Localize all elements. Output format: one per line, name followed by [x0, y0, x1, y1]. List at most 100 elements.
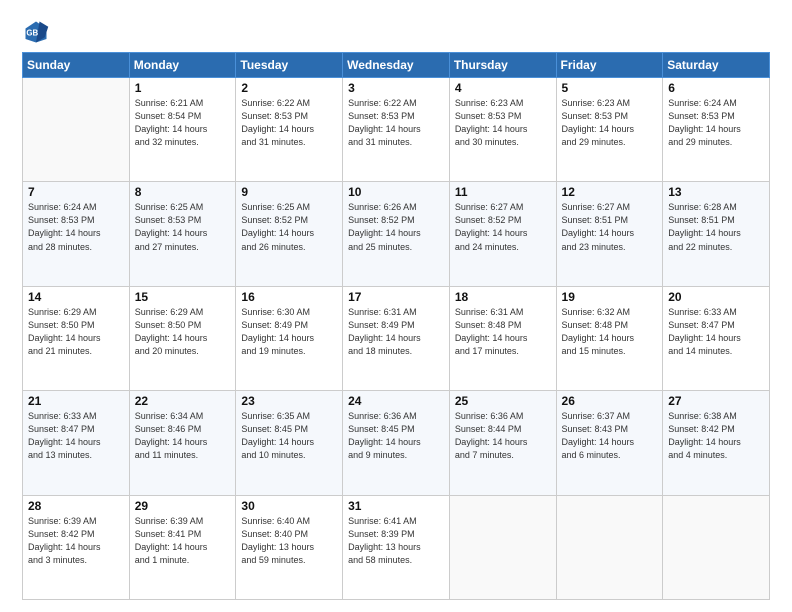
day-info: Sunrise: 6:33 AM Sunset: 8:47 PM Dayligh…	[668, 306, 764, 358]
day-number: 22	[135, 394, 231, 408]
day-info: Sunrise: 6:32 AM Sunset: 8:48 PM Dayligh…	[562, 306, 658, 358]
day-number: 27	[668, 394, 764, 408]
day-number: 6	[668, 81, 764, 95]
calendar-cell: 1Sunrise: 6:21 AM Sunset: 8:54 PM Daylig…	[129, 78, 236, 182]
svg-text:GB: GB	[26, 29, 38, 38]
day-number: 3	[348, 81, 444, 95]
day-number: 12	[562, 185, 658, 199]
calendar-week-row: 28 Sunrise: 6:39 AM Sunset: 8:42 PM Dayli…	[23, 495, 770, 599]
day-info: Sunrise: 6:31 AM Sunset: 8:48 PM Dayligh…	[455, 306, 551, 358]
calendar-cell: 8 Sunrise: 6:25 AM Sunset: 8:53 PM Daylig…	[129, 182, 236, 286]
day-info: Sunrise: 6:27 AM Sunset: 8:52 PM Dayligh…	[455, 201, 551, 253]
day-number: 5	[562, 81, 658, 95]
header: GB	[22, 18, 770, 46]
day-info: Sunrise: 6:23 AM Sunset: 8:53 PM Dayligh…	[455, 97, 551, 149]
calendar-week-row: 7 Sunrise: 6:24 AM Sunset: 8:53 PM Daylig…	[23, 182, 770, 286]
day-number: 18	[455, 290, 551, 304]
day-info: Sunrise: 6:30 AM Sunset: 8:49 PM Dayligh…	[241, 306, 337, 358]
calendar-cell: 14 Sunrise: 6:29 AM Sunset: 8:50 PM Dayli…	[23, 286, 130, 390]
day-info: Sunrise: 6:25 AM Sunset: 8:52 PM Dayligh…	[241, 201, 337, 253]
calendar-weekday-thursday: Thursday	[449, 53, 556, 78]
day-number: 2	[241, 81, 337, 95]
day-info: Sunrise: 6:35 AM Sunset: 8:45 PM Dayligh…	[241, 410, 337, 462]
day-info: Sunrise: 6:39 AM Sunset: 8:42 PM Dayligh…	[28, 515, 124, 567]
calendar-cell: 21Sunrise: 6:33 AM Sunset: 8:47 PM Dayli…	[23, 391, 130, 495]
day-number: 8	[135, 185, 231, 199]
calendar-cell	[556, 495, 663, 599]
day-info: Sunrise: 6:23 AM Sunset: 8:53 PM Dayligh…	[562, 97, 658, 149]
day-number: 1	[135, 81, 231, 95]
calendar-weekday-friday: Friday	[556, 53, 663, 78]
calendar-weekday-tuesday: Tuesday	[236, 53, 343, 78]
day-number: 31	[348, 499, 444, 513]
day-number: 7	[28, 185, 124, 199]
logo-icon: GB	[22, 18, 50, 46]
day-number: 29	[135, 499, 231, 513]
calendar-body: 1Sunrise: 6:21 AM Sunset: 8:54 PM Daylig…	[23, 78, 770, 600]
calendar-cell: 17 Sunrise: 6:31 AM Sunset: 8:49 PM Dayli…	[343, 286, 450, 390]
day-info: Sunrise: 6:31 AM Sunset: 8:49 PM Dayligh…	[348, 306, 444, 358]
day-info: Sunrise: 6:39 AM Sunset: 8:41 PM Dayligh…	[135, 515, 231, 567]
calendar-cell: 20 Sunrise: 6:33 AM Sunset: 8:47 PM Dayli…	[663, 286, 770, 390]
day-info: Sunrise: 6:38 AM Sunset: 8:42 PM Dayligh…	[668, 410, 764, 462]
day-info: Sunrise: 6:37 AM Sunset: 8:43 PM Dayligh…	[562, 410, 658, 462]
day-number: 16	[241, 290, 337, 304]
calendar-cell: 5 Sunrise: 6:23 AM Sunset: 8:53 PM Daylig…	[556, 78, 663, 182]
day-info: Sunrise: 6:33 AM Sunset: 8:47 PM Dayligh…	[28, 410, 124, 462]
calendar-weekday-wednesday: Wednesday	[343, 53, 450, 78]
day-info: Sunrise: 6:24 AM Sunset: 8:53 PM Dayligh…	[28, 201, 124, 253]
calendar-cell	[23, 78, 130, 182]
calendar-weekday-monday: Monday	[129, 53, 236, 78]
calendar-cell: 12 Sunrise: 6:27 AM Sunset: 8:51 PM Dayli…	[556, 182, 663, 286]
calendar-cell: 28 Sunrise: 6:39 AM Sunset: 8:42 PM Dayli…	[23, 495, 130, 599]
calendar-cell: 23 Sunrise: 6:35 AM Sunset: 8:45 PM Dayli…	[236, 391, 343, 495]
calendar-cell: 10 Sunrise: 6:26 AM Sunset: 8:52 PM Dayli…	[343, 182, 450, 286]
calendar-cell: 22 Sunrise: 6:34 AM Sunset: 8:46 PM Dayli…	[129, 391, 236, 495]
calendar-cell: 3 Sunrise: 6:22 AM Sunset: 8:53 PM Daylig…	[343, 78, 450, 182]
day-info: Sunrise: 6:22 AM Sunset: 8:53 PM Dayligh…	[348, 97, 444, 149]
calendar-cell: 7 Sunrise: 6:24 AM Sunset: 8:53 PM Daylig…	[23, 182, 130, 286]
day-info: Sunrise: 6:29 AM Sunset: 8:50 PM Dayligh…	[28, 306, 124, 358]
calendar-header-row: SundayMondayTuesdayWednesdayThursdayFrid…	[23, 53, 770, 78]
day-number: 4	[455, 81, 551, 95]
calendar-cell: 27 Sunrise: 6:38 AM Sunset: 8:42 PM Dayli…	[663, 391, 770, 495]
calendar-cell: 29 Sunrise: 6:39 AM Sunset: 8:41 PM Dayli…	[129, 495, 236, 599]
calendar-cell	[663, 495, 770, 599]
day-number: 11	[455, 185, 551, 199]
calendar-week-row: 1Sunrise: 6:21 AM Sunset: 8:54 PM Daylig…	[23, 78, 770, 182]
page: GB SundayMondayTuesdayWednesdayThursdayF…	[0, 0, 792, 612]
day-number: 25	[455, 394, 551, 408]
day-info: Sunrise: 6:36 AM Sunset: 8:44 PM Dayligh…	[455, 410, 551, 462]
day-number: 14	[28, 290, 124, 304]
day-info: Sunrise: 6:36 AM Sunset: 8:45 PM Dayligh…	[348, 410, 444, 462]
day-number: 13	[668, 185, 764, 199]
calendar-cell	[449, 495, 556, 599]
calendar-cell: 31Sunrise: 6:41 AM Sunset: 8:39 PM Dayli…	[343, 495, 450, 599]
calendar-cell: 30Sunrise: 6:40 AM Sunset: 8:40 PM Dayli…	[236, 495, 343, 599]
day-info: Sunrise: 6:29 AM Sunset: 8:50 PM Dayligh…	[135, 306, 231, 358]
day-number: 24	[348, 394, 444, 408]
day-number: 26	[562, 394, 658, 408]
day-number: 19	[562, 290, 658, 304]
calendar-table: SundayMondayTuesdayWednesdayThursdayFrid…	[22, 52, 770, 600]
day-number: 10	[348, 185, 444, 199]
day-info: Sunrise: 6:24 AM Sunset: 8:53 PM Dayligh…	[668, 97, 764, 149]
day-number: 28	[28, 499, 124, 513]
day-info: Sunrise: 6:34 AM Sunset: 8:46 PM Dayligh…	[135, 410, 231, 462]
calendar-cell: 11 Sunrise: 6:27 AM Sunset: 8:52 PM Dayli…	[449, 182, 556, 286]
day-number: 17	[348, 290, 444, 304]
day-info: Sunrise: 6:28 AM Sunset: 8:51 PM Dayligh…	[668, 201, 764, 253]
day-number: 23	[241, 394, 337, 408]
calendar-weekday-saturday: Saturday	[663, 53, 770, 78]
calendar-cell: 26 Sunrise: 6:37 AM Sunset: 8:43 PM Dayli…	[556, 391, 663, 495]
calendar-cell: 16 Sunrise: 6:30 AM Sunset: 8:49 PM Dayli…	[236, 286, 343, 390]
day-info: Sunrise: 6:22 AM Sunset: 8:53 PM Dayligh…	[241, 97, 337, 149]
day-info: Sunrise: 6:27 AM Sunset: 8:51 PM Dayligh…	[562, 201, 658, 253]
day-info: Sunrise: 6:40 AM Sunset: 8:40 PM Dayligh…	[241, 515, 337, 567]
calendar-cell: 4 Sunrise: 6:23 AM Sunset: 8:53 PM Daylig…	[449, 78, 556, 182]
day-info: Sunrise: 6:26 AM Sunset: 8:52 PM Dayligh…	[348, 201, 444, 253]
day-number: 20	[668, 290, 764, 304]
day-info: Sunrise: 6:25 AM Sunset: 8:53 PM Dayligh…	[135, 201, 231, 253]
calendar-cell: 24 Sunrise: 6:36 AM Sunset: 8:45 PM Dayli…	[343, 391, 450, 495]
day-number: 9	[241, 185, 337, 199]
